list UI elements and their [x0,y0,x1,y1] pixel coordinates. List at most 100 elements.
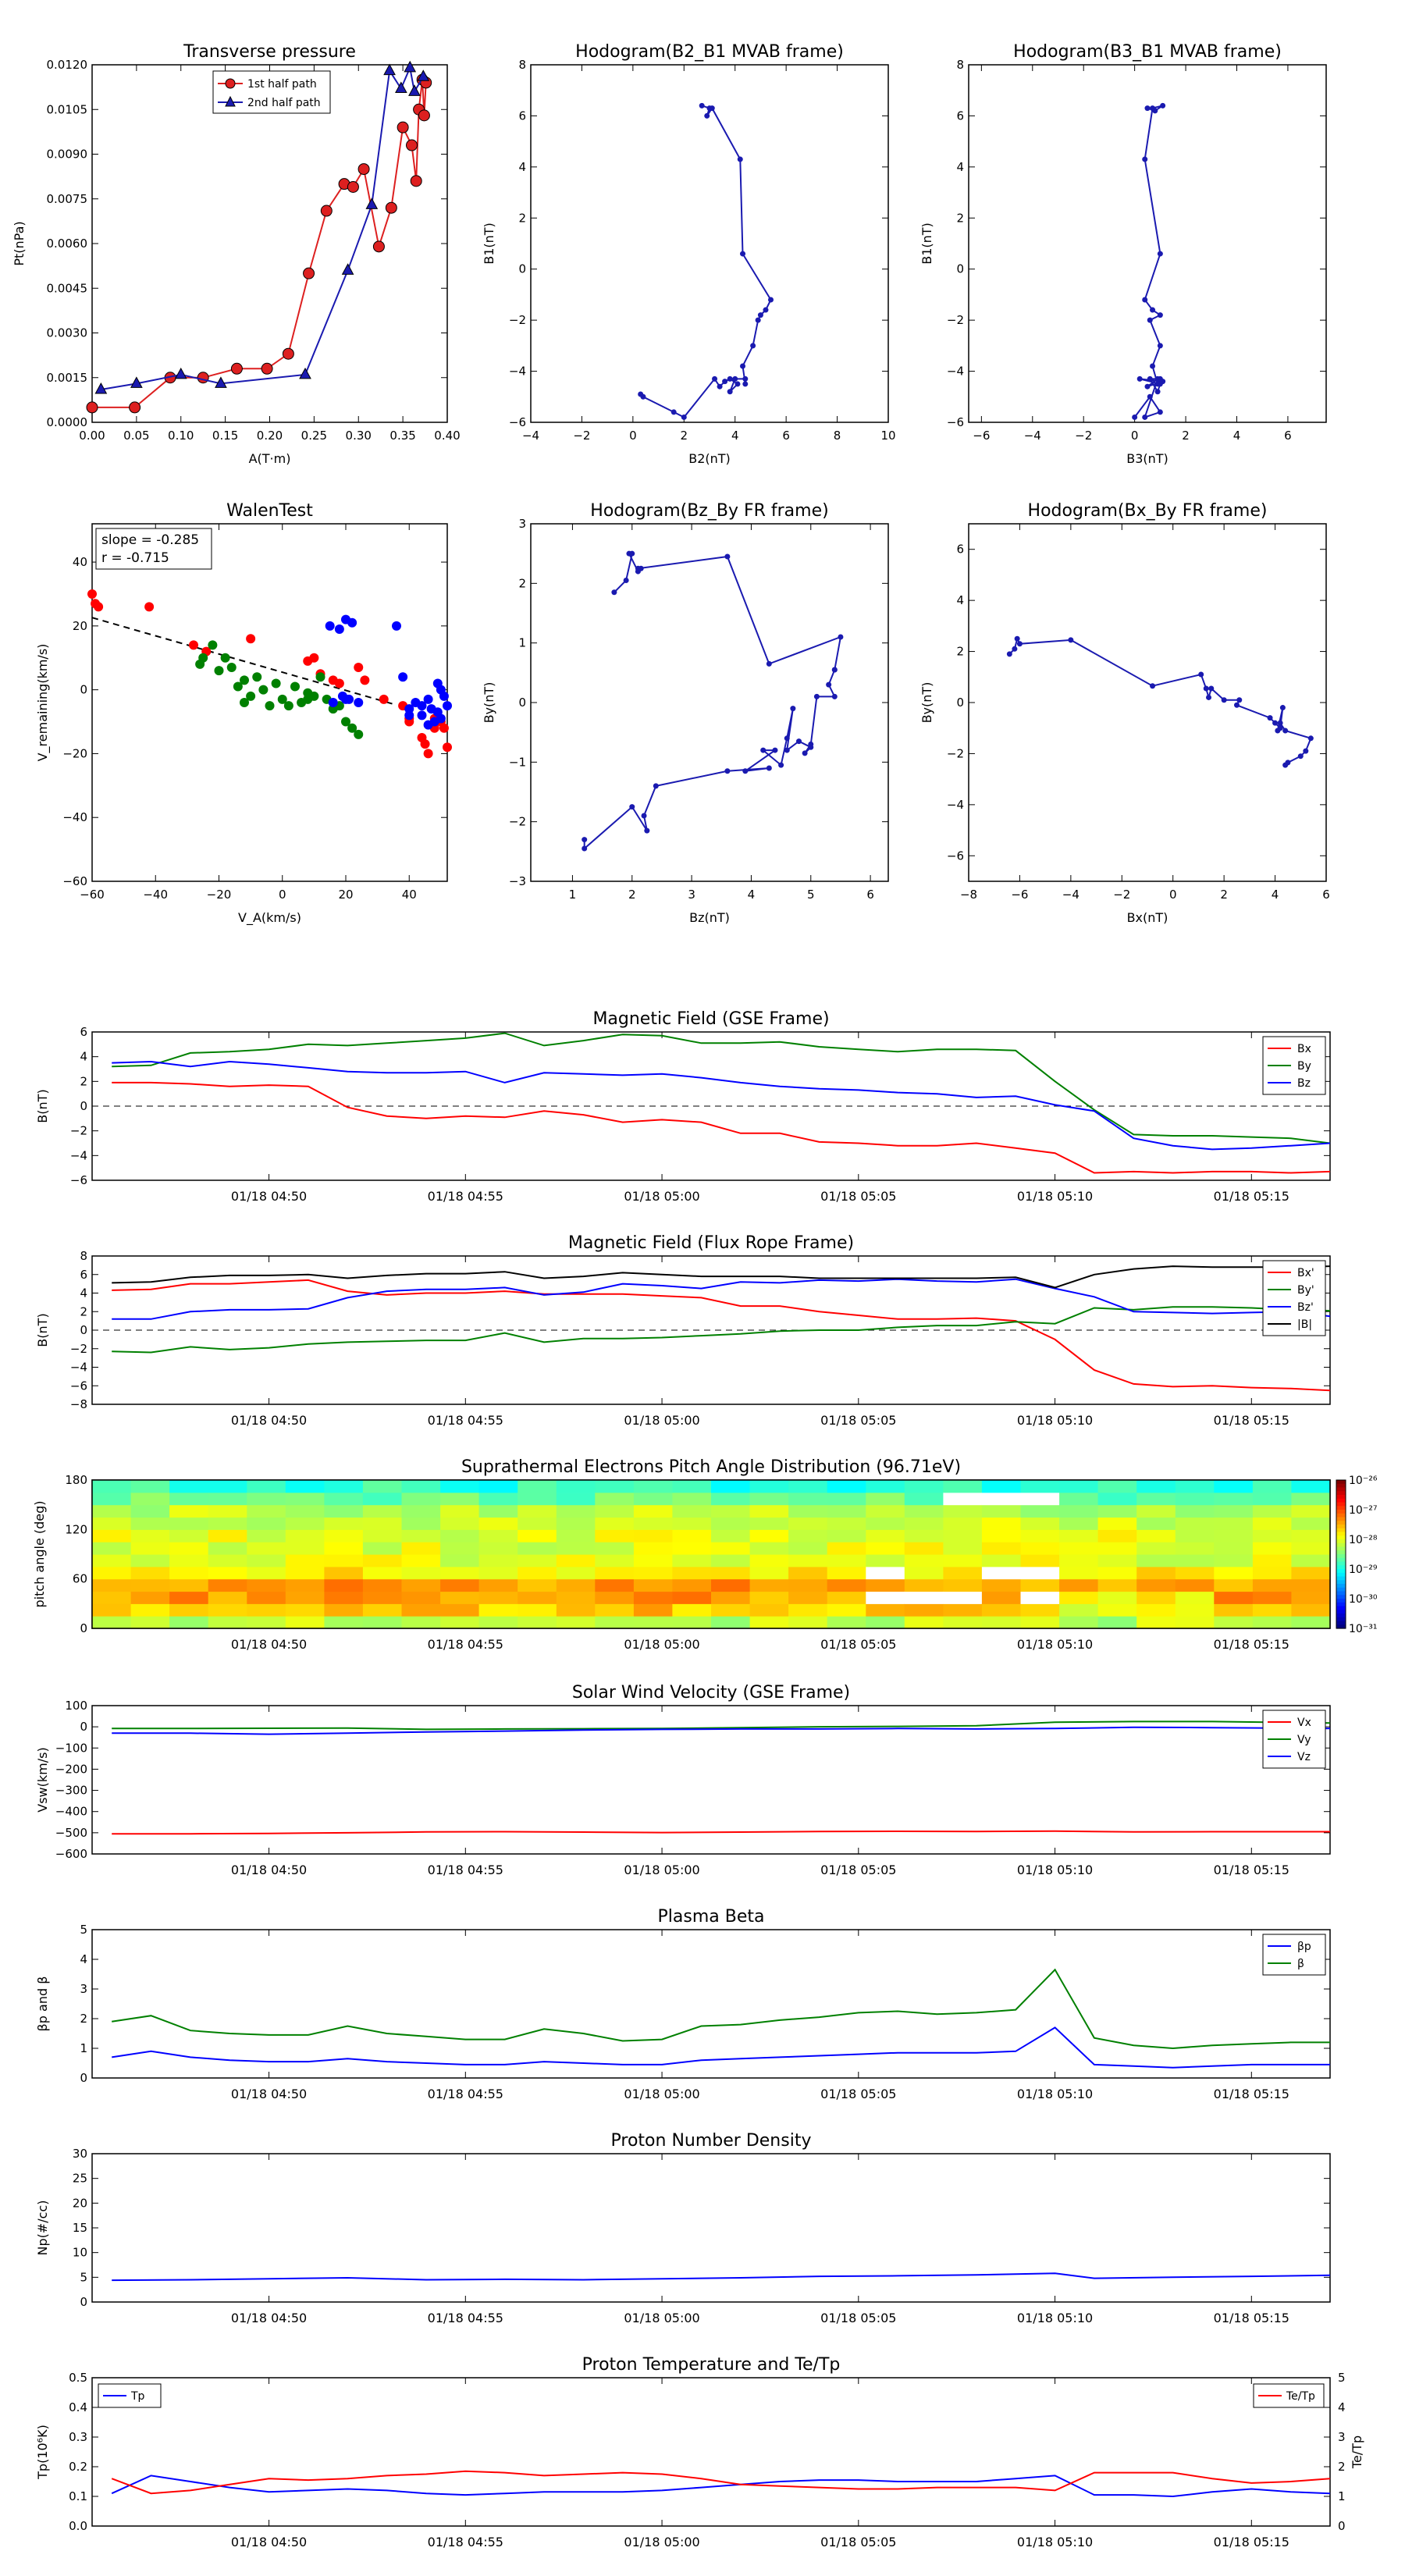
heatmap-cell [1020,1529,1060,1542]
data-point-circle [418,109,430,122]
y-tick-label: 20 [73,619,87,633]
heatmap-cell [556,1566,596,1580]
y-tick-label: 2 [518,576,526,590]
y-tick-label-right: 1 [1338,2489,1346,2503]
heatmap-cell [827,1492,866,1506]
x-tick-label: 3 [688,888,695,902]
y-axis-label: B1(nT) [482,222,496,265]
time-tick-label: 01/18 04:55 [428,1863,503,1877]
heatmap-cell [1020,1616,1060,1629]
heatmap-cell [324,1566,364,1580]
heatmap-cell [943,1529,983,1542]
heatmap-cell [1214,1480,1254,1493]
hodogram-line [639,105,772,418]
colorbar-step [1336,1521,1346,1525]
heatmap-cell [633,1529,674,1542]
heatmap-cell [827,1578,866,1592]
heatmap-cell [981,1554,1022,1567]
heatmap-cell [324,1504,364,1518]
x-tick-label: −60 [80,888,105,902]
heatmap-cell [518,1492,557,1506]
heatmap-cell [633,1578,674,1592]
heatmap-cell [749,1480,789,1493]
colorbar-step [1336,1584,1346,1589]
heatmap-cell [1136,1578,1176,1592]
heatmap-cell [904,1517,944,1530]
heatmap-cell [788,1578,828,1592]
colorbar-step [1336,1532,1346,1536]
heatmap-cell [1252,1480,1293,1493]
heatmap-cell [285,1504,325,1518]
time-tick-label: 01/18 04:55 [428,1413,503,1428]
heatmap-cell [633,1480,674,1493]
heatmap-cell [711,1566,751,1580]
heatmap-cell [556,1603,596,1617]
hodogram-point [724,553,731,560]
hodogram-point [1142,414,1148,420]
heatmap-cell [904,1566,944,1580]
y-tick-label: 30 [73,2147,87,2161]
heatmap-cell [130,1480,170,1493]
y-tick-label: 6 [80,1025,87,1039]
time-tick-label: 01/18 05:05 [820,1863,896,1877]
hodogram-point [784,747,790,753]
heatmap-cell [827,1504,866,1518]
chart-7: Magnetic Field (Flux Rope Frame) 01/18 04… [35,1233,1331,1428]
heatmap-cell [169,1566,209,1580]
y-tick-label: 4 [956,160,964,174]
legend-label: Bx' [1297,1267,1314,1279]
hodogram-point [626,550,632,557]
y-tick-label: −200 [55,1762,87,1776]
colorbar-step [1336,1480,1346,1485]
time-tick-label: 01/18 04:50 [231,2535,307,2549]
hodogram-point [766,765,772,771]
heatmap-cell [92,1517,132,1530]
heatmap-cell [478,1603,518,1617]
heatmap-cell [440,1603,480,1617]
y-tick-label: −20 [62,746,87,760]
y-tick-label: 4 [518,160,526,174]
hodogram-point [831,667,838,673]
heatmap-cell [827,1517,866,1530]
y-tick-label: 2 [518,211,526,225]
heatmap-cell [1175,1517,1215,1530]
heatmap-cell [478,1566,518,1580]
hodogram-point [838,634,844,640]
data-point-circle [347,180,359,193]
x-tick-label: −6 [1011,888,1028,902]
heatmap-cell [749,1492,789,1506]
y-tick-label: 4 [80,1286,87,1300]
colorbar-step [1336,1576,1346,1581]
heatmap-cell [518,1603,557,1617]
hodogram-point [1157,409,1163,415]
heatmap-cell [595,1591,635,1604]
hodogram-point [826,681,832,688]
heatmap-cell [904,1480,944,1493]
colorbar-step [1336,1502,1346,1507]
y-axis-label: B(nT) [35,1089,50,1123]
heatmap-cell [1214,1603,1254,1617]
legend-label: By [1297,1060,1311,1073]
heatmap-cell [362,1542,403,1555]
heatmap-cell [285,1529,325,1542]
colorbar-step [1336,1542,1346,1548]
hodogram-point [704,112,710,119]
x-tick-label: −2 [573,429,590,443]
heatmap-cell [904,1578,944,1592]
heatmap-cell [1175,1542,1215,1555]
y-tick-label: 0 [518,262,526,276]
hodogram-point [635,565,641,571]
time-tick-label: 01/18 04:55 [428,1637,503,1652]
hodogram-point [1144,105,1151,112]
hodogram-point [740,251,746,257]
time-tick-label: 01/18 05:05 [820,1637,896,1652]
y-tick-label: 0.0075 [47,192,88,206]
heatmap-cell [92,1591,132,1604]
heatmap-cell [478,1492,518,1506]
heatmap-cell [324,1517,364,1530]
heatmap-cell [1136,1591,1176,1604]
legend-box [1262,1934,1326,1976]
scatter-point [315,672,325,682]
scatter-point [354,729,364,739]
y-tick-label: −4 [947,798,964,812]
